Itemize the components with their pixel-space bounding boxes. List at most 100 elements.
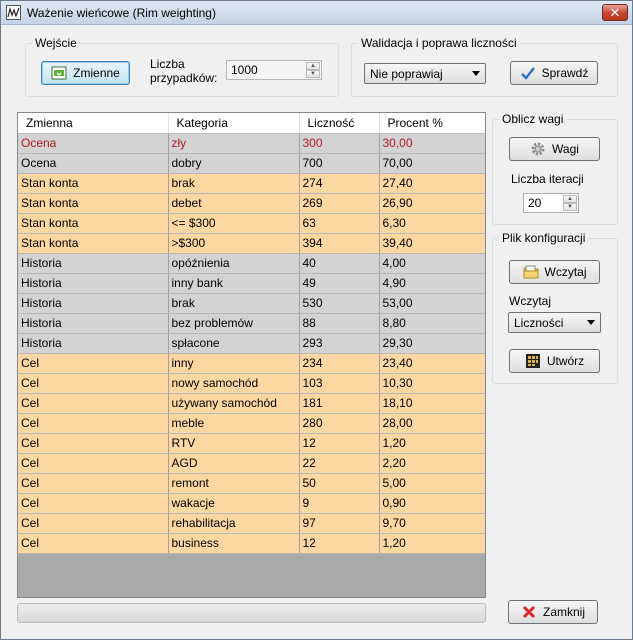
table-row[interactable]: Cel meble 280 28,00 — [18, 413, 485, 434]
table-row[interactable]: Cel remont 50 5,00 — [18, 473, 485, 494]
spin-up-icon[interactable]: ▲ — [306, 62, 320, 70]
cell-percent[interactable]: 5,00 — [379, 473, 485, 494]
cell-variable[interactable]: Stan konta — [18, 213, 169, 234]
cell-variable[interactable]: Historia — [18, 333, 169, 354]
cell-percent[interactable]: 39,40 — [379, 233, 485, 254]
cell-percent[interactable]: 53,00 — [379, 293, 485, 314]
column-header-category[interactable]: Kategoria — [168, 113, 300, 134]
cell-category[interactable]: brak — [168, 293, 300, 314]
load-type-select[interactable]: Liczności — [508, 312, 601, 333]
cell-category[interactable]: opóźnienia — [168, 253, 300, 274]
cell-variable[interactable]: Cel — [18, 453, 169, 474]
cell-percent[interactable]: 2,20 — [379, 453, 485, 474]
case-count-spinner[interactable]: 1000 ▲ ▼ — [226, 60, 322, 80]
cell-count[interactable]: 12 — [299, 433, 380, 454]
cell-count[interactable]: 12 — [299, 533, 380, 554]
cell-percent[interactable]: 10,30 — [379, 373, 485, 394]
table-row[interactable]: Cel wakacje 9 0,90 — [18, 493, 485, 514]
cell-percent[interactable]: 28,00 — [379, 413, 485, 434]
cell-count[interactable]: 49 — [299, 273, 380, 294]
cell-variable[interactable]: Cel — [18, 393, 169, 414]
cell-variable[interactable]: Cel — [18, 533, 169, 554]
cell-variable[interactable]: Stan konta — [18, 233, 169, 254]
cell-count[interactable]: 40 — [299, 253, 380, 274]
cell-count[interactable]: 274 — [299, 173, 380, 194]
cell-percent[interactable]: 4,00 — [379, 253, 485, 274]
table-row[interactable]: Historia inny bank 49 4,90 — [18, 273, 485, 294]
cell-variable[interactable]: Historia — [18, 313, 169, 334]
cell-category[interactable]: zły — [168, 133, 300, 154]
spin-up-icon[interactable]: ▲ — [563, 195, 577, 203]
cell-percent[interactable]: 4,90 — [379, 273, 485, 294]
cell-count[interactable]: 9 — [299, 493, 380, 514]
cell-variable[interactable]: Cel — [18, 493, 169, 514]
cell-category[interactable]: brak — [168, 173, 300, 194]
cell-category[interactable]: inny bank — [168, 273, 300, 294]
table-row[interactable]: Stan konta debet 269 26,90 — [18, 193, 485, 214]
cell-variable[interactable]: Ocena — [18, 133, 169, 154]
table-row[interactable]: Cel nowy samochód 103 10,30 — [18, 373, 485, 394]
cell-percent[interactable]: 1,20 — [379, 433, 485, 454]
table-row[interactable]: Cel inny 234 23,40 — [18, 353, 485, 374]
variables-button[interactable]: Zmienne — [41, 61, 130, 85]
table-row[interactable]: Cel RTV 12 1,20 — [18, 433, 485, 454]
cell-category[interactable]: bez problemów — [168, 313, 300, 334]
cell-category[interactable]: AGD — [168, 453, 300, 474]
table-row[interactable]: Cel rehabilitacja 97 9,70 — [18, 513, 485, 534]
table-row[interactable]: Historia bez problemów 88 8,80 — [18, 313, 485, 334]
cell-count[interactable]: 280 — [299, 413, 380, 434]
cell-count[interactable]: 181 — [299, 393, 380, 414]
table-row[interactable]: Cel AGD 22 2,20 — [18, 453, 485, 474]
cell-variable[interactable]: Cel — [18, 513, 169, 534]
cell-variable[interactable]: Cel — [18, 433, 169, 454]
table-row[interactable]: Cel używany samochód 181 18,10 — [18, 393, 485, 414]
table-row[interactable]: Historia opóźnienia 40 4,00 — [18, 253, 485, 274]
cell-count[interactable]: 700 — [299, 153, 380, 174]
column-header-variable[interactable]: Zmienna — [18, 113, 169, 134]
cell-count[interactable]: 22 — [299, 453, 380, 474]
cell-variable[interactable]: Stan konta — [18, 173, 169, 194]
cell-category[interactable]: meble — [168, 413, 300, 434]
table-row[interactable]: Stan konta <= $300 63 6,30 — [18, 213, 485, 234]
cell-variable[interactable]: Historia — [18, 273, 169, 294]
cell-category[interactable]: >$300 — [168, 233, 300, 254]
cell-variable[interactable]: Historia — [18, 293, 169, 314]
cell-percent[interactable]: 30,00 — [379, 133, 485, 154]
create-config-button[interactable]: Utwórz — [509, 349, 600, 373]
cell-count[interactable]: 530 — [299, 293, 380, 314]
cell-category[interactable]: wakacje — [168, 493, 300, 514]
table-row[interactable]: Ocena dobry 700 70,00 — [18, 153, 485, 174]
cell-category[interactable]: dobry — [168, 153, 300, 174]
cell-variable[interactable]: Historia — [18, 253, 169, 274]
cell-percent[interactable]: 29,30 — [379, 333, 485, 354]
iterations-spinner[interactable]: 20 ▲ ▼ — [523, 193, 579, 213]
table-row[interactable]: Historia spłacone 293 29,30 — [18, 333, 485, 354]
cell-percent[interactable]: 18,10 — [379, 393, 485, 414]
cell-percent[interactable]: 9,70 — [379, 513, 485, 534]
cell-count[interactable]: 88 — [299, 313, 380, 334]
cell-percent[interactable]: 27,40 — [379, 173, 485, 194]
spin-down-icon[interactable]: ▼ — [563, 203, 577, 211]
cell-percent[interactable]: 23,40 — [379, 353, 485, 374]
cell-category[interactable]: <= $300 — [168, 213, 300, 234]
cell-category[interactable]: debet — [168, 193, 300, 214]
cell-variable[interactable]: Stan konta — [18, 193, 169, 214]
cell-count[interactable]: 234 — [299, 353, 380, 374]
cell-category[interactable]: business — [168, 533, 300, 554]
cell-percent[interactable]: 1,20 — [379, 533, 485, 554]
cell-category[interactable]: inny — [168, 353, 300, 374]
cell-count[interactable]: 394 — [299, 233, 380, 254]
title-bar[interactable]: Ważenie wieńcowe (Rim weighting) ✕ — [1, 1, 632, 25]
cell-category[interactable]: nowy samochód — [168, 373, 300, 394]
cell-percent[interactable]: 0,90 — [379, 493, 485, 514]
cell-count[interactable]: 103 — [299, 373, 380, 394]
cell-category[interactable]: spłacone — [168, 333, 300, 354]
cell-count[interactable]: 97 — [299, 513, 380, 534]
cell-category[interactable]: RTV — [168, 433, 300, 454]
cell-category[interactable]: remont — [168, 473, 300, 494]
cell-variable[interactable]: Cel — [18, 373, 169, 394]
table-row[interactable]: Stan konta >$300 394 39,40 — [18, 233, 485, 254]
table-row[interactable]: Cel business 12 1,20 — [18, 533, 485, 554]
window-close-button[interactable]: ✕ — [602, 4, 628, 21]
column-header-percent[interactable]: Procent % — [379, 113, 485, 134]
